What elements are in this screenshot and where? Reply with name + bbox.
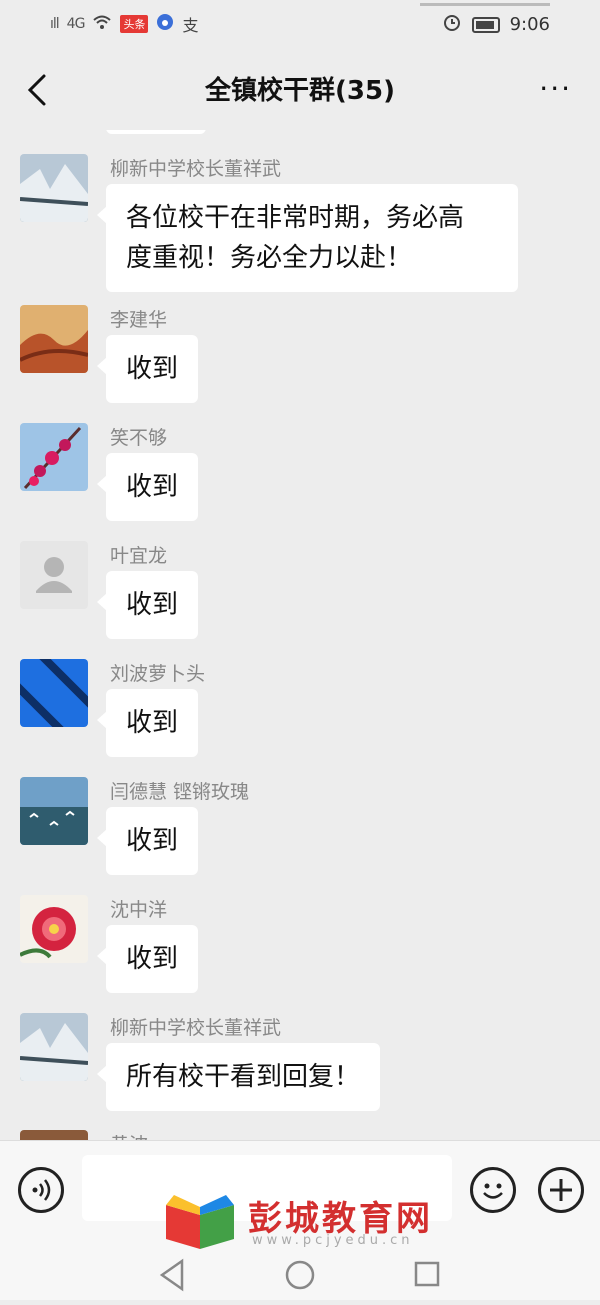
sender-name: 笑不够	[110, 427, 168, 449]
alarm-icon	[442, 12, 462, 37]
sender-name: 柳新中学校长董祥武	[110, 158, 282, 180]
toutiao-icon: 头条	[120, 15, 149, 33]
message-bubble[interactable]: 收到	[96, 807, 199, 875]
brown-avatar[interactable]	[20, 1130, 88, 1140]
message-text: 收到	[126, 590, 179, 620]
sender-name: 柳新中学校长董祥武	[110, 1017, 282, 1039]
red-blossom-avatar[interactable]	[20, 423, 88, 491]
chat-header: 全镇校干群(35) ···	[0, 50, 600, 130]
message-text: 度重视！务必全力以赴！	[126, 243, 413, 273]
message-text: 收到	[126, 354, 179, 384]
sender-name: 闫德慧 铿锵玫瑰	[110, 781, 250, 803]
wifi-icon	[92, 14, 112, 35]
voice-icon	[32, 1179, 51, 1201]
input-toolbar: 彭城教育网 www.pcjyedu.cn	[0, 1140, 600, 1300]
more-functions-button[interactable]	[538, 1167, 584, 1213]
message-bubble[interactable]: 收到	[96, 571, 199, 639]
message-bubble[interactable]: 收到	[96, 689, 199, 757]
peony-avatar[interactable]	[20, 895, 88, 963]
book-logo-icon	[166, 1195, 234, 1249]
back-triangle-icon[interactable]	[159, 1258, 184, 1292]
system-navigation-bar	[0, 1249, 600, 1301]
misc-app-icon: 支	[182, 16, 199, 35]
snow-river-avatar[interactable]	[20, 1013, 88, 1081]
message-bubble[interactable]: 各位校干在非常时期，务必高 度重视！务必全力以赴！	[97, 184, 518, 292]
message-bubble[interactable]: 所有校干看到回复！	[96, 1043, 381, 1111]
watermark-url: www.pcjyedu.cn	[252, 1233, 414, 1248]
voice-button[interactable]	[18, 1167, 64, 1213]
previous-message-bubble	[106, 130, 206, 134]
chat-title: 全镇校干群(35)	[205, 76, 395, 106]
chat-message-list[interactable]: 柳新中学校长董祥武 各位校干在非常时期，务必高 度重视！务必全力以赴！ 李建华 …	[0, 130, 600, 1140]
status-bar: ıll 4G 头条 支 9:06	[0, 0, 600, 50]
more-options-button[interactable]: ···	[539, 72, 572, 105]
emoji-button[interactable]	[470, 1167, 516, 1213]
message-bubble[interactable]: 收到	[96, 453, 199, 521]
sender-name: 黄波	[110, 1130, 148, 1140]
baidu-icon	[156, 13, 174, 36]
status-time: 9:06	[509, 14, 550, 35]
sender-name: 叶宜龙	[110, 545, 168, 567]
default-user-avatar[interactable]	[20, 541, 88, 609]
signal-icon: ıll	[50, 16, 60, 32]
message-text: 收到	[126, 826, 179, 856]
message-bubble[interactable]: 收到	[96, 925, 199, 993]
battery-icon	[471, 16, 500, 33]
watermark: 彭城教育网 www.pcjyedu.cn	[160, 1185, 450, 1255]
snow-river-avatar[interactable]	[20, 154, 88, 222]
message-text: 收到	[126, 708, 179, 738]
sender-name: 沈中洋	[110, 899, 168, 921]
sender-name: 刘波萝卜头	[110, 663, 206, 685]
home-circle-icon[interactable]	[285, 1260, 315, 1290]
smiley-icon	[483, 1183, 503, 1199]
message-bubble[interactable]: 收到	[96, 335, 199, 403]
lake-birds-avatar[interactable]	[20, 777, 88, 845]
4g-signal-icon: 4G	[66, 16, 86, 32]
great-wall-painting-avatar[interactable]	[20, 305, 88, 373]
message-text: 收到	[126, 472, 179, 502]
message-text: 各位校干在非常时期，务必高	[126, 203, 465, 233]
message-text: 收到	[126, 944, 179, 974]
sender-name: 李建华	[110, 309, 168, 331]
plus-icon	[550, 1179, 572, 1201]
recents-square-icon[interactable]	[414, 1261, 440, 1287]
blue-stripe-avatar[interactable]	[20, 659, 88, 727]
status-indicator-line	[420, 3, 550, 6]
message-text: 所有校干看到回复！	[126, 1062, 361, 1092]
